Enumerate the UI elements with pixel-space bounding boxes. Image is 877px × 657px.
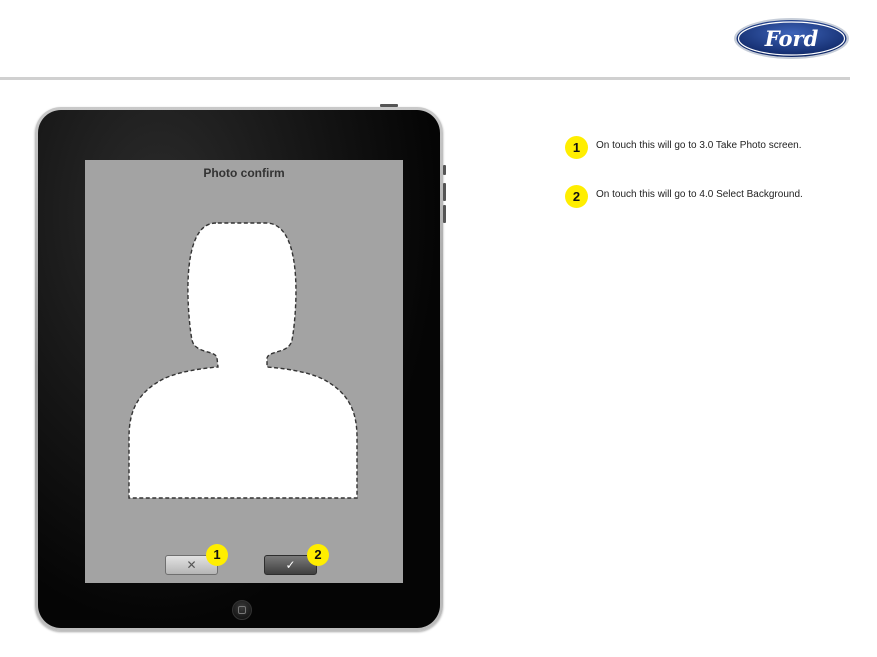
home-square-icon	[238, 606, 246, 614]
device-bezel: Photo confirm ✕ 1 ✓ 2	[38, 110, 440, 628]
volume-down-button	[443, 205, 446, 223]
header-divider	[0, 77, 850, 80]
callout-marker-1: 1	[206, 544, 228, 566]
check-icon: ✓	[285, 558, 296, 572]
callout-marker-2: 2	[307, 544, 329, 566]
power-button	[380, 104, 398, 107]
annotation-text-1: On touch this will go to 3.0 Take Photo …	[596, 140, 802, 151]
person-silhouette-icon	[128, 222, 358, 499]
annotation-marker-1: 1	[565, 136, 588, 159]
ford-logo: Ford	[733, 17, 850, 60]
tablet-device-frame: Photo confirm ✕ 1 ✓ 2	[35, 104, 446, 631]
logo-text: Ford	[764, 26, 819, 51]
ford-oval-icon: Ford	[734, 18, 849, 59]
home-button[interactable]	[232, 600, 252, 620]
mute-switch	[443, 165, 446, 175]
device-screen: Photo confirm ✕ 1 ✓ 2	[85, 160, 403, 583]
close-icon: ✕	[186, 558, 197, 572]
volume-up-button	[443, 183, 446, 201]
annotation-marker-2: 2	[565, 185, 588, 208]
annotation-text-2: On touch this will go to 4.0 Select Back…	[596, 189, 803, 200]
